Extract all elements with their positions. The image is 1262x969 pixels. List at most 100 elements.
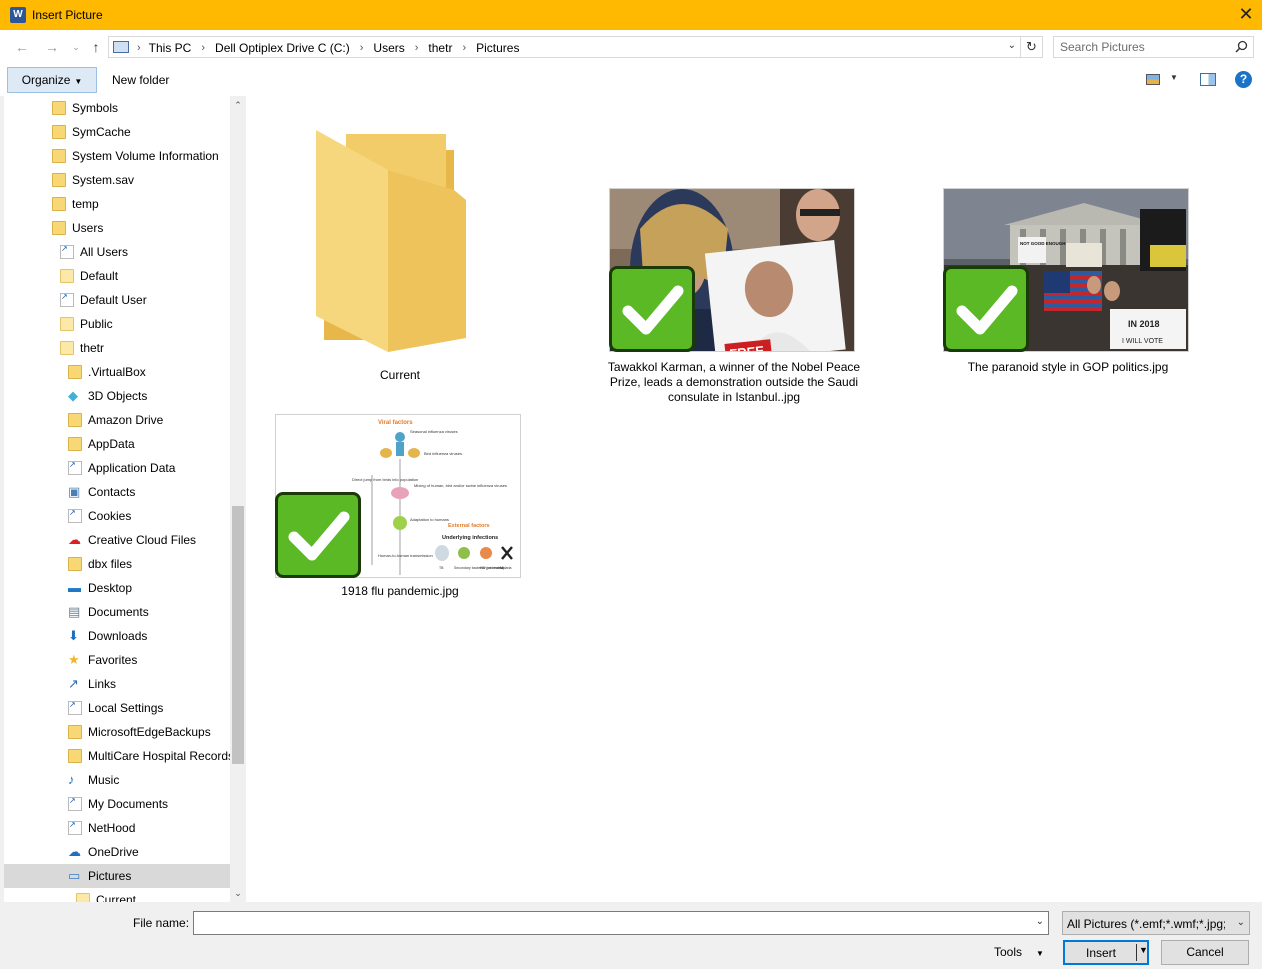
nav-item[interactable]: ▣ Contacts — [4, 480, 230, 504]
insert-label: Insert — [1085, 946, 1116, 960]
folder-icon — [52, 221, 66, 235]
chevron-right-icon[interactable]: › — [462, 42, 466, 54]
nav-item[interactable]: Current — [4, 888, 230, 902]
organize-button[interactable]: Organize ▼ — [7, 67, 97, 93]
tools-menu-button[interactable]: Tools ▼ — [994, 945, 1044, 959]
nav-item[interactable]: ▭ Pictures — [4, 864, 230, 888]
file-type-value: All Pictures (*.emf;*.wmf;*.jpg;* — [1067, 917, 1225, 931]
nav-item[interactable]: ⬇ Downloads — [4, 624, 230, 648]
scroll-down-icon[interactable]: ⌄ — [230, 886, 246, 900]
cancel-button[interactable]: Cancel — [1161, 940, 1249, 965]
folder-icon — [52, 125, 66, 139]
nav-item[interactable]: .VirtualBox — [4, 360, 230, 384]
selected-checkmark-icon[interactable] — [275, 492, 361, 578]
breadcrumb-pictures[interactable]: Pictures — [476, 41, 519, 55]
nav-item-label: My Documents — [88, 797, 169, 811]
nav-item[interactable]: ★ Favorites — [4, 648, 230, 672]
nav-item[interactable]: MicrosoftEdgeBackups — [4, 720, 230, 744]
breadcrumb-drive-c[interactable]: Dell Optiplex Drive C (C:) — [215, 41, 350, 55]
nav-item[interactable]: ☁ Creative Cloud Files — [4, 528, 230, 552]
chevron-right-icon[interactable]: › — [360, 42, 364, 54]
scroll-up-icon[interactable]: ⌃ — [230, 98, 246, 112]
creative-cloud-icon: ☁ — [68, 532, 81, 547]
nav-item-label: AppData — [88, 437, 135, 451]
address-dropdown-chevron-icon[interactable]: ⌄ — [1008, 40, 1016, 51]
selected-checkmark-icon[interactable] — [943, 266, 1029, 352]
nav-item-label: Cookies — [88, 509, 132, 523]
word-app-icon: W — [10, 7, 26, 23]
nav-item[interactable]: dbx files — [4, 552, 230, 576]
nav-item-label: Downloads — [88, 629, 148, 643]
nav-item[interactable]: Users — [4, 216, 230, 240]
nav-item[interactable]: Default User — [4, 288, 230, 312]
file-name-combobox[interactable]: ⌄ — [193, 911, 1049, 935]
new-folder-button[interactable]: New folder — [112, 73, 169, 87]
nav-item[interactable]: My Documents — [4, 792, 230, 816]
cloud-icon: ☁ — [68, 844, 81, 859]
download-icon: ⬇ — [68, 628, 79, 643]
breadcrumb-thetr[interactable]: thetr — [428, 41, 452, 55]
file-tile-image[interactable]: NOT GOOD ENOUGH IN 2018 I WILL VOTE The … — [938, 188, 1198, 388]
file-tile-image[interactable]: FREE Tawakkol Karman, a winner of the No… — [604, 188, 864, 410]
nav-item[interactable]: System.sav — [4, 168, 230, 192]
chevron-down-icon[interactable]: ⌄ — [1237, 917, 1245, 928]
scroll-thumb[interactable] — [232, 506, 244, 764]
nav-item[interactable]: Default — [4, 264, 230, 288]
svg-text:Adaptation to humans: Adaptation to humans — [410, 517, 449, 522]
chevron-down-icon[interactable]: ⌄ — [1036, 916, 1044, 927]
nav-item[interactable]: Application Data — [4, 456, 230, 480]
insert-options-caret-icon[interactable]: ▼ — [1139, 945, 1148, 955]
nav-item[interactable]: Cookies — [4, 504, 230, 528]
nav-item[interactable]: MultiCare Hospital Records — [4, 744, 230, 768]
nav-item[interactable]: Symbols — [4, 96, 230, 120]
file-name-input[interactable] — [197, 915, 1017, 929]
svg-text:Bird influenza viruses: Bird influenza viruses — [424, 451, 462, 456]
selected-checkmark-icon[interactable] — [609, 266, 695, 352]
chevron-right-icon[interactable]: › — [137, 42, 141, 54]
chevron-right-icon[interactable]: › — [201, 42, 205, 54]
nav-item[interactable]: Public — [4, 312, 230, 336]
file-tile-image[interactable]: Viral factors Seasonal influenza viruses… — [270, 414, 530, 614]
breadcrumb-this-pc[interactable]: This PC — [149, 41, 192, 55]
forward-arrow-icon[interactable]: → — [42, 38, 62, 56]
nav-item[interactable]: AppData — [4, 432, 230, 456]
nav-scrollbar[interactable]: ⌃ ⌄ — [230, 96, 246, 902]
nav-item-label: .VirtualBox — [88, 365, 146, 379]
change-view-icon[interactable] — [1146, 74, 1160, 85]
chevron-right-icon[interactable]: › — [415, 42, 419, 54]
search-input[interactable] — [1060, 40, 1230, 54]
nav-item-label: Current — [96, 893, 137, 902]
file-type-select[interactable]: All Pictures (*.emf;*.wmf;*.jpg;* ⌄ — [1062, 911, 1250, 935]
close-button[interactable]: ✕ — [1230, 0, 1262, 30]
view-options-caret-icon[interactable]: ▼ — [1170, 73, 1178, 82]
nav-item[interactable]: NetHood — [4, 816, 230, 840]
nav-item[interactable]: Local Settings — [4, 696, 230, 720]
nav-item-label: temp — [72, 197, 99, 211]
nav-item[interactable]: temp — [4, 192, 230, 216]
nav-item[interactable]: Amazon Drive — [4, 408, 230, 432]
search-box[interactable] — [1053, 36, 1254, 58]
refresh-icon[interactable]: ↻ — [1021, 36, 1043, 58]
nav-item[interactable]: System Volume Information — [4, 144, 230, 168]
file-tile-folder-current[interactable]: Current — [276, 116, 524, 382]
nav-item[interactable]: thetr — [4, 336, 230, 360]
address-bar[interactable]: › This PC › Dell Optiplex Drive C (C:) ›… — [108, 36, 1021, 58]
nav-item[interactable]: ↗ Links — [4, 672, 230, 696]
nav-item[interactable]: SymCache — [4, 120, 230, 144]
nav-item[interactable]: ▬ Desktop — [4, 576, 230, 600]
nav-item-label: Pictures — [88, 869, 132, 883]
nav-item[interactable]: All Users — [4, 240, 230, 264]
preview-pane-icon[interactable] — [1200, 73, 1216, 86]
breadcrumb-users[interactable]: Users — [373, 41, 404, 55]
nav-item[interactable]: ▤ Documents — [4, 600, 230, 624]
recent-locations-chevron-icon[interactable]: ⌄ — [66, 38, 86, 56]
help-icon[interactable]: ? — [1235, 71, 1252, 88]
back-arrow-icon[interactable]: ← — [12, 38, 32, 56]
up-arrow-icon[interactable]: ↑ — [86, 38, 106, 56]
nav-item[interactable]: ☁ OneDrive — [4, 840, 230, 864]
nav-item[interactable]: ◆ 3D Objects — [4, 384, 230, 408]
search-icon[interactable] — [1235, 40, 1248, 53]
nav-item[interactable]: ♪ Music — [4, 768, 230, 792]
nav-item-label: Local Settings — [88, 701, 164, 715]
insert-button[interactable]: Insert ▼ — [1063, 940, 1149, 965]
